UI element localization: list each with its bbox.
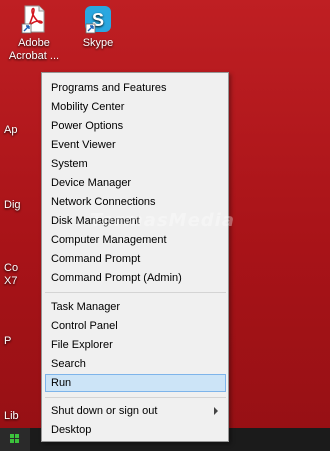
- menu-item-command-prompt-admin[interactable]: Command Prompt (Admin): [45, 269, 226, 287]
- adobe-acrobat-icon: [19, 4, 49, 34]
- menu-item-network-connections[interactable]: Network Connections: [45, 193, 226, 211]
- menu-item-run[interactable]: Run: [45, 374, 226, 392]
- desktop-icon-label: Lib: [4, 410, 19, 422]
- desktop-icon-label: Dig: [4, 199, 21, 211]
- desktop-icon-label: Ap: [4, 124, 18, 136]
- menu-item-search[interactable]: Search: [45, 355, 226, 373]
- menu-separator: [45, 292, 226, 293]
- menu-item-computer-management[interactable]: Computer Management: [45, 231, 226, 249]
- menu-item-desktop[interactable]: Desktop: [45, 421, 226, 439]
- menu-item-control-panel[interactable]: Control Panel: [45, 317, 226, 335]
- watermark: TermasMedia: [90, 210, 235, 231]
- desktop-icon-skype[interactable]: S Skype: [66, 4, 130, 50]
- menu-item-command-prompt[interactable]: Command Prompt: [45, 250, 226, 268]
- desktop-icon-label: Adobe: [18, 37, 50, 49]
- menu-item-event-viewer[interactable]: Event Viewer: [45, 136, 226, 154]
- menu-item-power-options[interactable]: Power Options: [45, 117, 226, 135]
- menu-item-task-manager[interactable]: Task Manager: [45, 298, 226, 316]
- menu-item-file-explorer[interactable]: File Explorer: [45, 336, 226, 354]
- desktop-icon-adobe-acrobat[interactable]: Adobe Acrobat ...: [2, 4, 66, 63]
- menu-separator: [45, 397, 226, 398]
- desktop-icon-label: X7: [4, 275, 18, 287]
- desktop-icon-label: Acrobat ...: [8, 50, 60, 62]
- menu-item-device-manager[interactable]: Device Manager: [45, 174, 226, 192]
- desktop-icon-label: P: [4, 335, 12, 347]
- desktop-icon-label: Co: [4, 262, 19, 274]
- windows-logo-icon: [10, 434, 14, 438]
- quick-link-menu: Programs and Features Mobility Center Po…: [41, 72, 229, 442]
- menu-item-mobility-center[interactable]: Mobility Center: [45, 98, 226, 116]
- menu-item-label: Shut down or sign out: [51, 405, 158, 417]
- skype-icon: S: [83, 4, 113, 34]
- menu-item-system[interactable]: System: [45, 155, 226, 173]
- submenu-arrow-icon: [214, 407, 218, 415]
- menu-item-shut-down-or-sign-out[interactable]: Shut down or sign out: [45, 402, 226, 420]
- start-button[interactable]: [0, 428, 30, 451]
- desktop-icon-label: Skype: [82, 37, 114, 49]
- menu-item-programs-and-features[interactable]: Programs and Features: [45, 79, 226, 97]
